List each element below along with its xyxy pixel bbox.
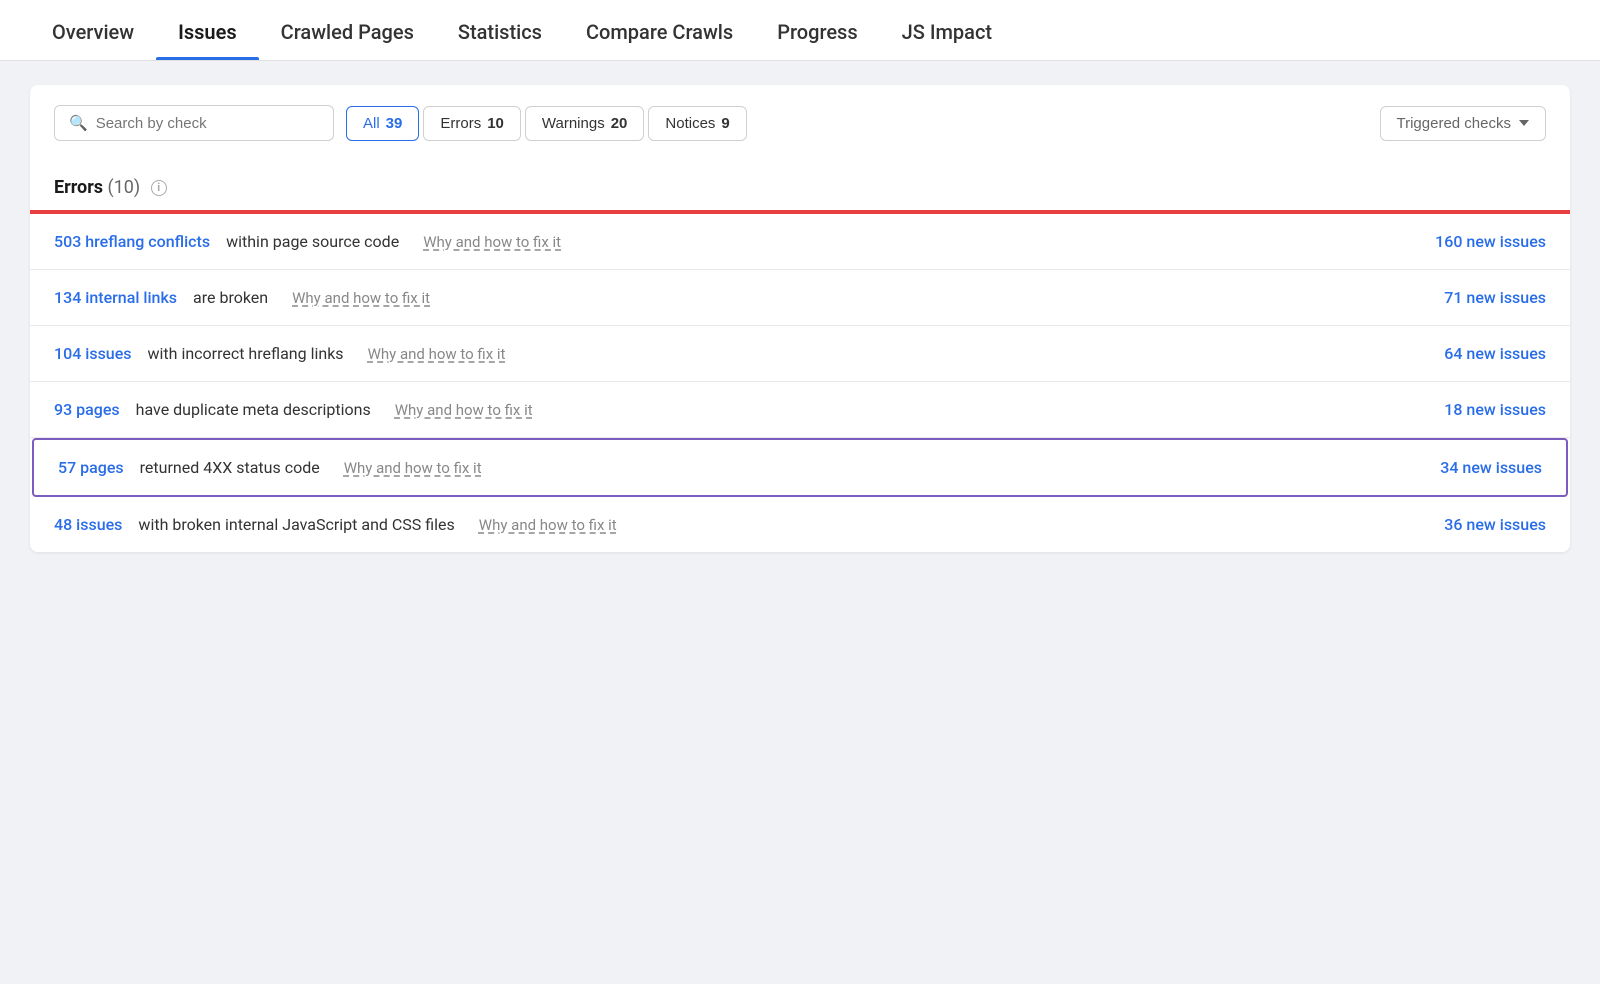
new-issues-3: 18 new issues bbox=[1444, 400, 1546, 419]
app-container: Overview Issues Crawled Pages Statistics… bbox=[0, 0, 1600, 984]
tab-errors-count: 10 bbox=[487, 115, 504, 132]
search-input[interactable] bbox=[96, 115, 296, 132]
why-fix-link-1[interactable]: Why and how to fix it bbox=[292, 289, 430, 307]
issue-link-0[interactable]: 503 hreflang conflicts bbox=[54, 232, 210, 251]
why-fix-link-5[interactable]: Why and how to fix it bbox=[479, 516, 617, 534]
nav-item-compare-crawls[interactable]: Compare Crawls bbox=[564, 0, 755, 60]
tab-all[interactable]: All 39 bbox=[346, 106, 419, 141]
issue-link-1[interactable]: 134 internal links bbox=[54, 288, 177, 307]
chevron-down-icon bbox=[1519, 120, 1529, 126]
new-issues-1: 71 new issues bbox=[1444, 288, 1546, 307]
nav-item-js-impact[interactable]: JS Impact bbox=[880, 0, 1014, 60]
issue-desc-4: returned 4XX status code bbox=[140, 458, 320, 477]
tab-errors-label: Errors bbox=[440, 115, 481, 132]
filter-tabs: All 39 Errors 10 Warnings 20 Notices 9 bbox=[346, 106, 747, 141]
nav-item-overview[interactable]: Overview bbox=[30, 0, 156, 60]
errors-section-header: Errors (10) i bbox=[30, 161, 1570, 210]
issue-link-5[interactable]: 48 issues bbox=[54, 515, 122, 534]
tab-all-count: 39 bbox=[386, 115, 403, 132]
new-issues-0: 160 new issues bbox=[1435, 232, 1546, 251]
issue-row: 93 pages have duplicate meta description… bbox=[30, 382, 1570, 438]
tab-warnings-label: Warnings bbox=[542, 115, 605, 132]
issue-link-2[interactable]: 104 issues bbox=[54, 344, 132, 363]
tab-notices-label: Notices bbox=[665, 115, 715, 132]
nav-item-statistics[interactable]: Statistics bbox=[436, 0, 564, 60]
section-title-text: Errors bbox=[54, 177, 103, 198]
new-issues-5: 36 new issues bbox=[1444, 515, 1546, 534]
info-icon[interactable]: i bbox=[151, 180, 167, 196]
issue-row: 134 internal links are broken Why and ho… bbox=[30, 270, 1570, 326]
issue-row-highlighted: 57 pages returned 4XX status code Why an… bbox=[32, 438, 1568, 497]
tab-notices-count: 9 bbox=[721, 115, 729, 132]
issues-panel: 🔍 All 39 Errors 10 Warnings 20 bbox=[30, 85, 1570, 552]
triggered-checks-label: Triggered checks bbox=[1397, 115, 1512, 132]
filter-bar: 🔍 All 39 Errors 10 Warnings 20 bbox=[30, 85, 1570, 161]
why-fix-link-0[interactable]: Why and how to fix it bbox=[423, 233, 561, 251]
search-box[interactable]: 🔍 bbox=[54, 105, 334, 141]
section-title: Errors (10) i bbox=[54, 177, 167, 198]
nav-item-progress[interactable]: Progress bbox=[755, 0, 879, 60]
main-content: 🔍 All 39 Errors 10 Warnings 20 bbox=[0, 61, 1600, 576]
tab-notices[interactable]: Notices 9 bbox=[648, 106, 746, 141]
tab-all-label: All bbox=[363, 115, 380, 132]
nav-item-issues[interactable]: Issues bbox=[156, 0, 259, 60]
why-fix-link-3[interactable]: Why and how to fix it bbox=[395, 401, 533, 419]
section-count: (10) bbox=[108, 177, 141, 198]
search-icon: 🔍 bbox=[69, 114, 88, 132]
top-nav: Overview Issues Crawled Pages Statistics… bbox=[0, 0, 1600, 61]
issue-link-4[interactable]: 57 pages bbox=[58, 458, 124, 477]
issue-row: 104 issues with incorrect hreflang links… bbox=[30, 326, 1570, 382]
issue-desc-3: have duplicate meta descriptions bbox=[136, 400, 371, 419]
tab-errors[interactable]: Errors 10 bbox=[423, 106, 521, 141]
issue-desc-5: with broken internal JavaScript and CSS … bbox=[138, 515, 454, 534]
issue-link-3[interactable]: 93 pages bbox=[54, 400, 120, 419]
triggered-checks-button[interactable]: Triggered checks bbox=[1380, 106, 1547, 141]
new-issues-4: 34 new issues bbox=[1440, 458, 1542, 477]
tab-warnings[interactable]: Warnings 20 bbox=[525, 106, 645, 141]
tab-warnings-count: 20 bbox=[611, 115, 628, 132]
issue-desc-2: with incorrect hreflang links bbox=[148, 344, 344, 363]
issue-desc-1: are broken bbox=[193, 288, 268, 307]
new-issues-2: 64 new issues bbox=[1444, 344, 1546, 363]
issue-desc-0: within page source code bbox=[226, 232, 399, 251]
why-fix-link-2[interactable]: Why and how to fix it bbox=[368, 345, 506, 363]
nav-item-crawled-pages[interactable]: Crawled Pages bbox=[259, 0, 436, 60]
issue-row: 503 hreflang conflicts within page sourc… bbox=[30, 214, 1570, 270]
why-fix-link-4[interactable]: Why and how to fix it bbox=[344, 459, 482, 477]
issue-row: 48 issues with broken internal JavaScrip… bbox=[30, 497, 1570, 552]
